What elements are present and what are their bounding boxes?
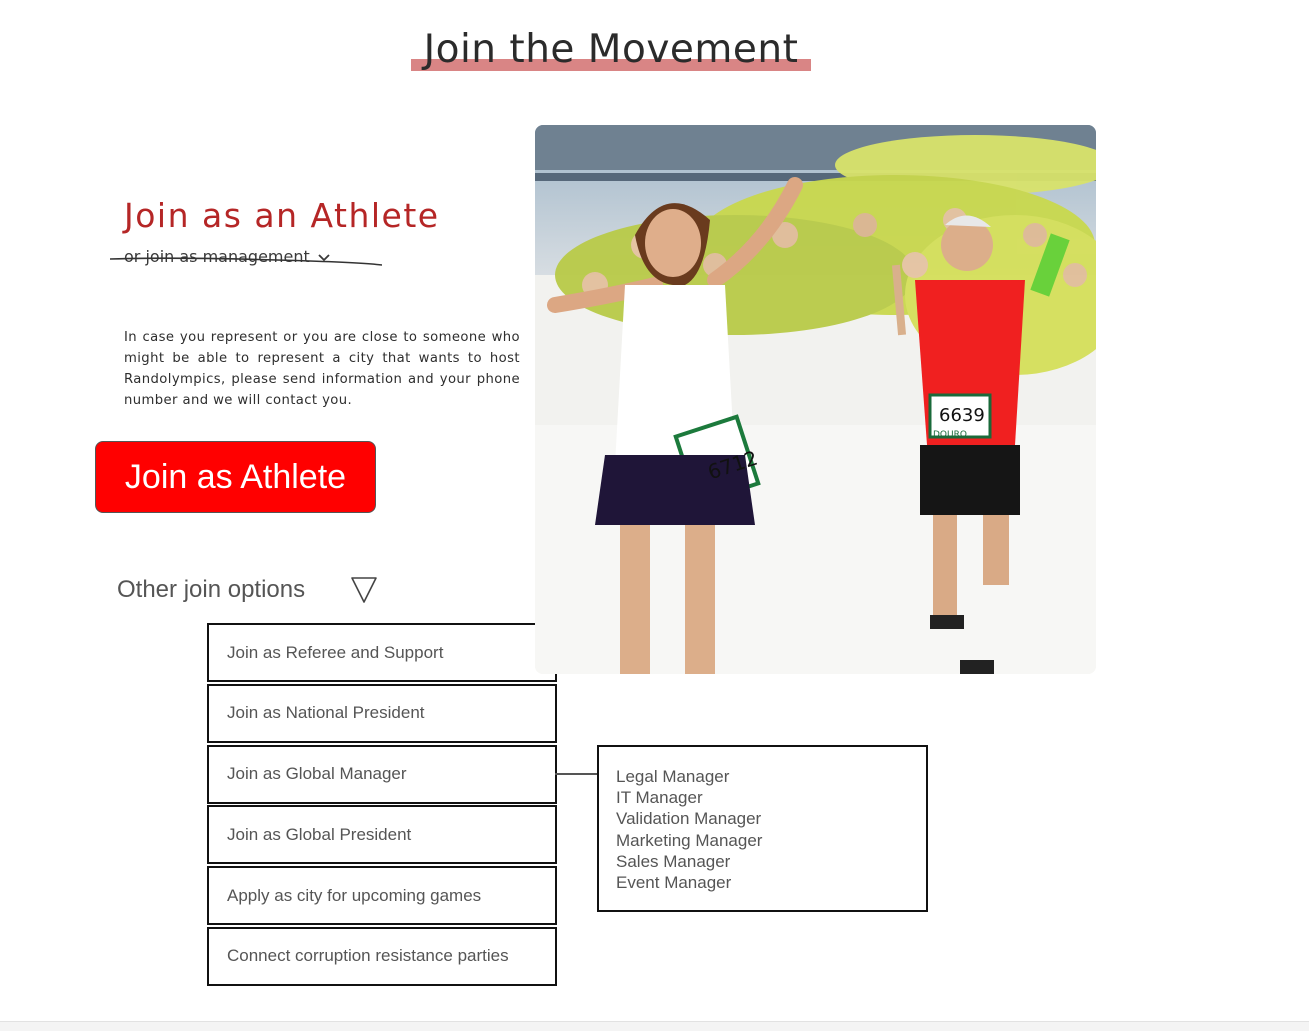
bib-right: 6639	[939, 405, 985, 426]
global-manager-submenu: Legal Manager IT Manager Validation Mana…	[597, 745, 928, 912]
hero-runners-image: 6712 6639 DOURO	[535, 125, 1096, 674]
submenu-item-sales[interactable]: Sales Manager	[616, 851, 926, 872]
submenu-item-legal[interactable]: Legal Manager	[616, 766, 926, 787]
submenu-item-validation[interactable]: Validation Manager	[616, 808, 926, 829]
join-as-athlete-button[interactable]: Join as Athlete	[95, 441, 376, 513]
submenu-item-it[interactable]: IT Manager	[616, 787, 926, 808]
option-global-manager[interactable]: Join as Global Manager	[207, 744, 557, 804]
option-corruption-resistance[interactable]: Connect corruption resistance parties	[207, 926, 557, 986]
option-global-president[interactable]: Join as Global President	[207, 805, 557, 865]
option-referee-support[interactable]: Join as Referee and Support	[207, 623, 557, 682]
option-national-president[interactable]: Join as National President	[207, 683, 557, 743]
option-apply-city[interactable]: Apply as city for upcoming games	[207, 866, 557, 926]
other-options-list: Join as Referee and Support Join as Nati…	[207, 623, 557, 988]
page-title: Join the Movement	[423, 27, 799, 72]
bib-brand: DOURO	[933, 430, 967, 440]
page-title-block: Join the Movement	[411, 26, 811, 76]
athlete-heading: Join as an Athlete	[124, 196, 440, 235]
other-join-options-label: Other join options	[117, 576, 306, 603]
submenu-connector	[555, 773, 599, 775]
submenu-item-marketing[interactable]: Marketing Manager	[616, 830, 926, 851]
triangle-down-icon[interactable]	[349, 575, 379, 605]
intro-paragraph: In case you represent or you are close t…	[124, 330, 520, 409]
hero-illustration: 6712 6639 DOURO	[535, 125, 1096, 674]
strikethrough-scribble	[110, 257, 382, 266]
submenu-item-event[interactable]: Event Manager	[616, 872, 926, 893]
